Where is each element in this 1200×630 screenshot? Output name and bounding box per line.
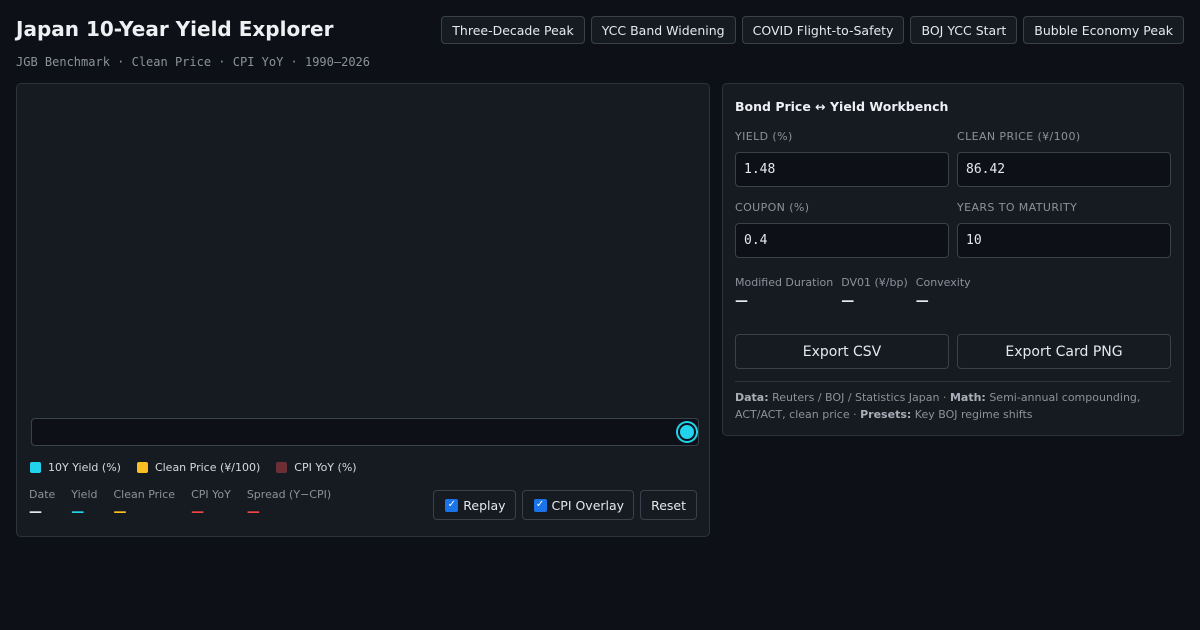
readout-spread: Spread (Y−CPI) — [247, 488, 331, 520]
chart-panel: 10Y Yield (%) Clean Price (¥/100) CPI Yo… [16, 83, 710, 537]
readout-date: Date — [29, 488, 55, 520]
footnote-presets-label: Presets: [860, 408, 912, 421]
coupon-input[interactable]: 0.4 [735, 223, 949, 258]
yield-input[interactable]: 1.48 [735, 152, 949, 187]
readout-clean-price-value: — [113, 505, 127, 520]
legend-label-clean-price: Clean Price (¥/100) [154, 461, 261, 474]
metric-dv01-label: DV01 (¥/bp) [841, 276, 908, 289]
readout-yield-label: Yield [71, 488, 98, 501]
readout-yield-value: — [71, 505, 85, 520]
preset-bar: Three-Decade Peak YCC Band Widening COVI… [441, 16, 1184, 44]
footnote-data-text: Reuters / BOJ / Statistics Japan · [772, 391, 950, 404]
scrubber-handle[interactable] [678, 423, 696, 441]
reset-button[interactable]: Reset [640, 490, 697, 520]
chart-legend: 10Y Yield (%) Clean Price (¥/100) CPI Yo… [30, 461, 357, 474]
replay-label: Replay [463, 497, 506, 513]
readout-clean-price: Clean Price — [114, 488, 176, 520]
chart-controls: ✓ Replay ✓ CPI Overlay Reset [433, 490, 697, 520]
preset-button-bubble-economy-peak[interactable]: Bubble Economy Peak [1023, 16, 1184, 44]
checkbox-checked-icon[interactable]: ✓ [445, 498, 459, 512]
readout-cpi-value: — [191, 505, 205, 520]
cpi-overlay-label: CPI Overlay [551, 497, 625, 513]
source-footnote: Data: Reuters / BOJ / Statistics Japan ·… [735, 389, 1175, 423]
footnote-presets-text: Key BOJ regime shifts [914, 408, 1033, 421]
workbench-panel: Bond Price ↔ Yield Workbench YIELD (%) 1… [722, 83, 1184, 436]
preset-button-ycc-band-widening[interactable]: YCC Band Widening [590, 16, 736, 44]
preset-button-boj-ycc-start[interactable]: BOJ YCC Start [910, 16, 1018, 44]
metric-modified-duration-label: Modified Duration [735, 276, 834, 289]
workbench-title: Bond Price ↔ Yield Workbench [735, 99, 949, 114]
legend-label-cpi: CPI YoY (%) [294, 461, 357, 474]
readout-yield: Yield — [71, 488, 97, 520]
clean-price-input[interactable]: 86.42 [957, 152, 1171, 187]
readout-cpi: CPI YoY — [191, 488, 231, 520]
yield-field: YIELD (%) 1.48 [735, 130, 949, 187]
legend-swatch-yield [30, 462, 41, 473]
metric-dv01: DV01 (¥/bp) — [841, 276, 908, 309]
readout-cpi-label: CPI YoY [191, 488, 231, 501]
cpi-overlay-toggle[interactable]: ✓ CPI Overlay [521, 490, 635, 520]
divider [735, 381, 1171, 382]
legend-item-yield: 10Y Yield (%) [30, 461, 121, 474]
readout-spread-value: — [246, 505, 260, 520]
risk-metrics: Modified Duration — DV01 (¥/bp) — Convex… [735, 276, 971, 309]
metric-modified-duration: Modified Duration — [735, 276, 833, 309]
years-to-maturity-field: YEARS TO MATURITY 10 [957, 201, 1171, 258]
preset-button-covid-flight-to-safety[interactable]: COVID Flight-to-Safety [741, 16, 905, 44]
export-card-png-button[interactable]: Export Card PNG [957, 334, 1171, 369]
hover-readout: Date — Yield — Clean Price — CPI YoY — S… [29, 488, 331, 520]
readout-date-label: Date [29, 488, 56, 501]
years-to-maturity-field-label: YEARS TO MATURITY [957, 201, 1078, 214]
metric-dv01-value: — [841, 294, 855, 309]
years-to-maturity-input[interactable]: 10 [957, 223, 1171, 258]
preset-button-three-decade-peak[interactable]: Three-Decade Peak [441, 16, 585, 44]
legend-swatch-clean-price [136, 462, 148, 473]
footnote-math-label: Math: [949, 391, 986, 404]
checkbox-checked-icon[interactable]: ✓ [533, 498, 547, 512]
legend-swatch-cpi [276, 462, 288, 473]
metric-convexity-label: Convexity [915, 276, 971, 289]
replay-toggle[interactable]: ✓ Replay [433, 490, 516, 520]
clean-price-field-label: CLEAN PRICE (¥/100) [957, 130, 1081, 143]
coupon-field-label: COUPON (%) [735, 201, 810, 214]
page-subtitle: JGB Benchmark · Clean Price · CPI YoY · … [16, 55, 371, 69]
page-title: Japan 10-Year Yield Explorer [16, 17, 334, 41]
export-actions: Export CSV Export Card PNG [735, 334, 1171, 369]
metric-modified-duration-value: — [735, 294, 748, 309]
chart-plot-area[interactable] [31, 98, 695, 416]
metric-convexity-value: — [915, 294, 929, 309]
yield-field-label: YIELD (%) [735, 130, 793, 143]
export-csv-button[interactable]: Export CSV [735, 334, 949, 369]
legend-label-yield: 10Y Yield (%) [48, 461, 121, 474]
clean-price-field: CLEAN PRICE (¥/100) 86.42 [957, 130, 1171, 187]
coupon-field: COUPON (%) 0.4 [735, 201, 949, 258]
legend-item-clean-price: Clean Price (¥/100) [136, 461, 261, 474]
readout-clean-price-label: Clean Price [113, 488, 176, 501]
readout-spread-label: Spread (Y−CPI) [246, 488, 332, 501]
metric-convexity: Convexity — [916, 276, 971, 309]
timeline-scrubber[interactable] [31, 418, 699, 446]
footnote-data-label: Data: [735, 391, 769, 404]
readout-date-value: — [29, 505, 42, 520]
legend-item-cpi: CPI YoY (%) [276, 461, 357, 474]
